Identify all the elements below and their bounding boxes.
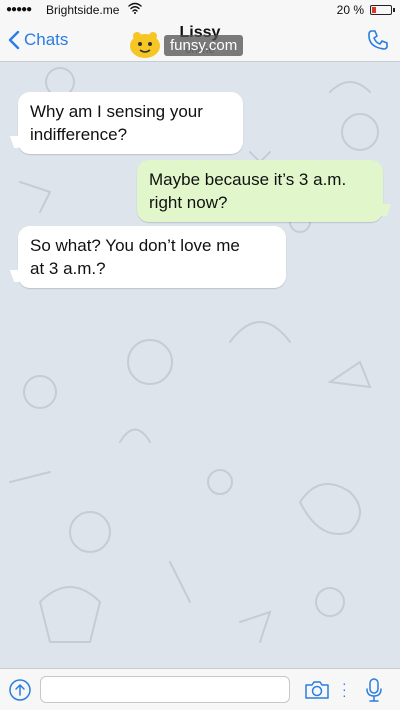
voice-message-button[interactable]	[364, 677, 384, 708]
signal-strength-icon: ●●●●●	[6, 4, 32, 15]
watermark: funsy.com	[128, 30, 244, 60]
attach-icon	[9, 679, 31, 701]
call-button[interactable]	[366, 28, 390, 57]
attach-button[interactable]	[8, 678, 32, 707]
message-line: at 3 a.m.?	[30, 259, 106, 278]
carrier-name: Brightside.me	[46, 3, 120, 17]
status-bar: ●●●●● Brightside.me 20 %	[0, 0, 400, 20]
watermark-logo-icon	[130, 32, 160, 58]
microphone-icon	[366, 678, 382, 702]
message-line: Why am I sensing your	[30, 102, 203, 121]
battery-icon	[370, 5, 395, 15]
phone-icon	[368, 30, 388, 50]
chat-screen: ●●●●● Brightside.me 20 % Chats Lissy onl…	[0, 0, 400, 710]
message-input-bar: · · ·	[0, 668, 400, 710]
battery-percent: 20 %	[336, 3, 364, 17]
separator-dots: · · ·	[342, 675, 347, 703]
message-bubble-outgoing[interactable]: Maybe because it’s 3 a.m. right now?	[137, 160, 383, 222]
watermark-text: funsy.com	[164, 34, 244, 56]
wifi-icon	[128, 2, 142, 14]
message-line: Maybe because it’s 3 a.m.	[149, 170, 347, 189]
message-bubble-incoming[interactable]: Why am I sensing your indifference?	[18, 92, 243, 154]
camera-icon	[305, 681, 329, 699]
message-line: right now?	[149, 193, 228, 212]
battery-level-fill	[372, 7, 376, 13]
message-bubble-incoming[interactable]: So what? You don’t love me at 3 a.m.?	[18, 226, 286, 288]
message-line: indifference?	[30, 125, 128, 144]
chat-header: Chats Lissy online funsy.com	[0, 20, 400, 62]
message-line: So what? You don’t love me	[30, 236, 240, 255]
camera-button[interactable]	[304, 680, 330, 705]
message-input[interactable]	[40, 676, 290, 703]
